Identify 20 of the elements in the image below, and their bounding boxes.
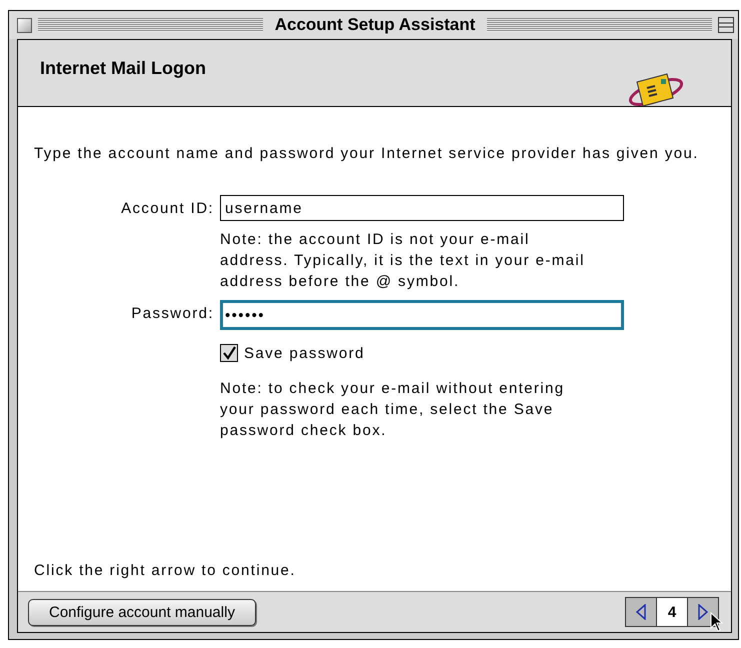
back-button[interactable] — [626, 598, 656, 626]
checkbox[interactable] — [220, 344, 238, 362]
checkbox-label[interactable]: Save password — [244, 344, 365, 362]
collapse-box-icon[interactable] — [718, 17, 734, 33]
close-box[interactable] — [17, 18, 32, 32]
field-label: Account ID: — [120, 199, 214, 217]
left-arrow-icon — [636, 604, 646, 620]
page-title: Internet Mail Logon — [40, 58, 206, 80]
instruction-text: Click the right arrow to continue. — [34, 562, 297, 579]
page-number: 4 — [656, 598, 688, 626]
save-password-note: Note: to check your e-mail without entering your password each time, select the Save password check box. — [220, 379, 566, 441]
account-id-note: Note: the account ID is not your e-mail address. Typically, it is the text in your e-mail address before the @ symbol. — [220, 230, 586, 292]
check-icon — [222, 346, 236, 360]
text-field[interactable]: username — [220, 195, 624, 221]
field-label: Password: — [130, 304, 214, 322]
window-title: Account Setup Assistant — [274, 15, 476, 35]
text-field[interactable]: •••••• — [220, 300, 624, 330]
configure-manually-button[interactable]: Configure account manually — [28, 598, 256, 626]
intro-text: Type the account name and password your Internet service provider has given you. — [34, 144, 700, 164]
right-arrow-icon — [698, 604, 708, 620]
